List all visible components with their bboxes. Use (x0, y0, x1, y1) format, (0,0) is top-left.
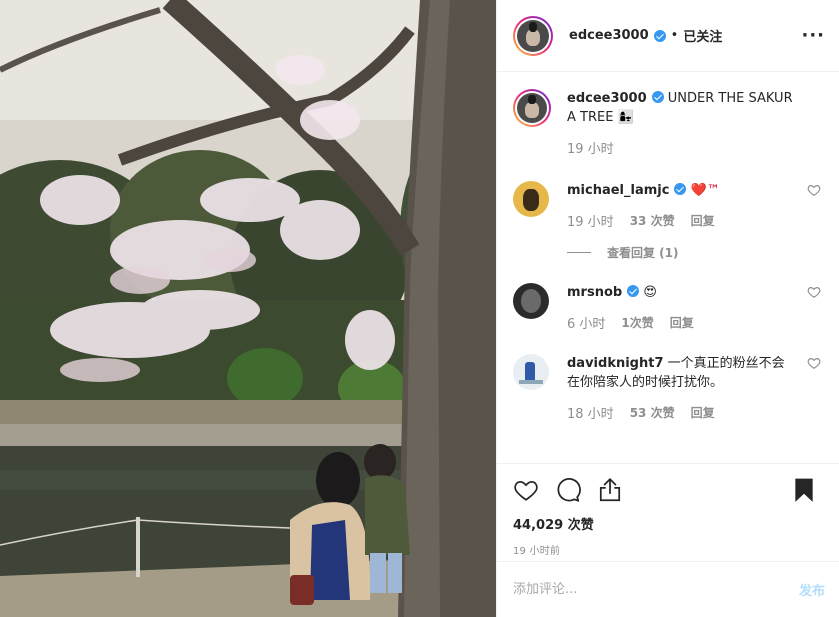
more-options-icon[interactable]: ··· (801, 26, 825, 44)
comments-list: edcee3000 UNDER THE SAKURA TREE 👩‍👧 19 小… (497, 73, 839, 463)
comment-item: davidknight7 一个真正的粉丝不会在你陪家人的时候打扰你。 18 小时… (513, 354, 823, 422)
likes-count[interactable]: 44,029 次赞 (513, 514, 823, 533)
comment-time[interactable]: 6 小时 (567, 313, 605, 332)
commenter-username[interactable]: davidknight7 (567, 356, 664, 371)
follow-button[interactable]: 已关注 (683, 26, 722, 45)
comment-text: ❤️™ (690, 183, 720, 198)
comment-icon[interactable] (555, 477, 581, 503)
share-icon[interactable] (597, 477, 623, 503)
author-username[interactable]: edcee3000 (569, 28, 649, 43)
view-replies-line (567, 252, 591, 253)
commenter-username[interactable]: michael_lamjc (567, 183, 669, 198)
heart-icon[interactable] (513, 477, 539, 503)
add-comment-bar: 发布 (497, 561, 839, 617)
commenter-avatar[interactable] (513, 181, 549, 217)
separator-dot: • (670, 28, 679, 43)
author-avatar[interactable] (513, 15, 553, 56)
view-replies-button[interactable]: 查看回复 (1) (567, 244, 823, 261)
comment-like-heart-icon[interactable] (807, 356, 821, 370)
comment-likes[interactable]: 53 次赞 (630, 404, 675, 421)
post-comment-button[interactable]: 发布 (799, 580, 825, 599)
comment-likes[interactable]: 1次赞 (621, 314, 653, 331)
commenter-avatar[interactable] (513, 354, 549, 390)
comment-item: michael_lamjc ❤️™ 19 小时 33 次赞 回复 (513, 181, 823, 230)
verified-badge-icon (674, 183, 687, 195)
comment-like-heart-icon[interactable] (807, 183, 821, 197)
caption-time[interactable]: 19 小时 (567, 138, 614, 157)
view-replies-label: 查看回复 (1) (607, 246, 679, 260)
comment-like-heart-icon[interactable] (807, 285, 821, 299)
caption-username[interactable]: edcee3000 (567, 91, 647, 106)
reply-button[interactable]: 回复 (691, 212, 715, 229)
verified-badge-icon (627, 285, 640, 297)
post-panel: edcee3000 • 已关注 ··· edcee3000 UNDER THE … (496, 0, 839, 617)
caption: edcee3000 UNDER THE SAKURA TREE 👩‍👧 19 小… (513, 89, 823, 157)
reply-button[interactable]: 回复 (670, 314, 694, 331)
bookmark-icon[interactable] (791, 477, 817, 503)
comment-text: 😍 (643, 285, 657, 300)
commenter-username[interactable]: mrsnob (567, 285, 622, 300)
comment-input[interactable] (513, 582, 799, 597)
verified-badge-icon (651, 91, 664, 103)
post-timestamp[interactable]: 19 小时前 (513, 542, 823, 557)
post-header: edcee3000 • 已关注 ··· (497, 0, 839, 72)
post-photo (0, 0, 496, 617)
verified-badge-icon (653, 29, 666, 42)
reply-button[interactable]: 回复 (691, 404, 715, 421)
comment-time[interactable]: 18 小时 (567, 403, 614, 422)
comment-likes[interactable]: 33 次赞 (630, 212, 675, 229)
caption-avatar[interactable] (513, 89, 551, 127)
commenter-avatar[interactable] (513, 283, 549, 319)
post-actions: 44,029 次赞 19 小时前 (497, 463, 839, 557)
comment-item: mrsnob 😍 6 小时 1次赞 回复 (513, 283, 823, 332)
comment-time[interactable]: 19 小时 (567, 211, 614, 230)
